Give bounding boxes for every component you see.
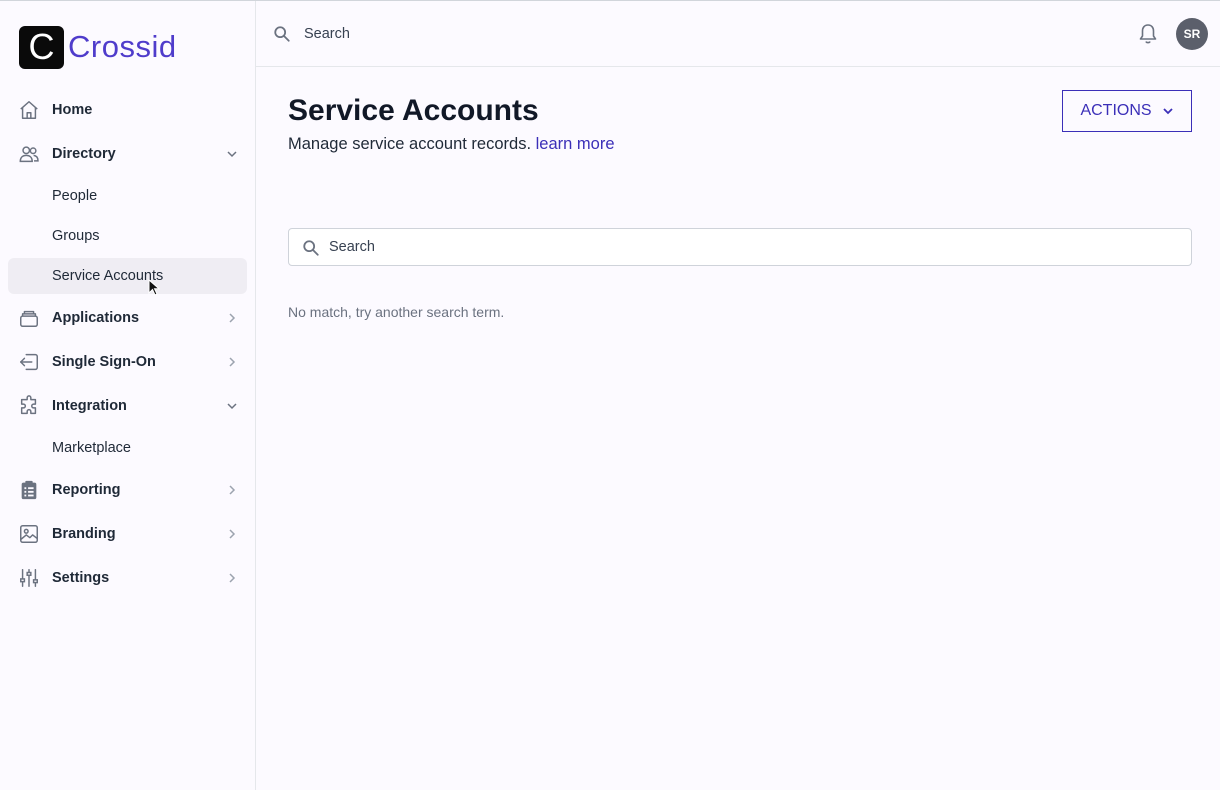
sliders-icon [20, 569, 38, 587]
stack-icon [20, 310, 38, 327]
sidebar-item-reporting[interactable]: Reporting [8, 472, 247, 508]
learn-more-link[interactable]: learn more [536, 135, 615, 153]
sidebar-item-label: People [52, 188, 98, 204]
user-avatar[interactable]: SR [1176, 18, 1208, 50]
login-icon [20, 353, 38, 371]
sidebar-item-label: Settings [52, 570, 110, 586]
chevron-down-icon [227, 403, 237, 410]
sidebar-item-groups[interactable]: Groups [8, 218, 247, 254]
sidebar-item-marketplace[interactable]: Marketplace [8, 430, 247, 466]
sidebar-item-branding[interactable]: Branding [8, 516, 247, 552]
mouse-cursor-icon [148, 279, 160, 296]
home-icon [20, 101, 38, 119]
chevron-right-icon [229, 529, 236, 539]
empty-state-message: No match, try another search term. [288, 304, 505, 320]
sidebar-item-label: Single Sign-On [52, 354, 156, 370]
image-icon [20, 525, 38, 543]
actions-button[interactable]: ACTIONS [1062, 90, 1192, 132]
sidebar-item-label: Service Accounts [52, 268, 164, 284]
sidebar-item-label: Home [52, 102, 93, 118]
sidebar-item-people[interactable]: People [8, 178, 247, 214]
chevron-right-icon [229, 313, 236, 323]
sidebar-item-label: Reporting [52, 482, 121, 498]
sidebar-item-settings[interactable]: Settings [8, 560, 247, 596]
sidebar-item-label: Marketplace [52, 440, 131, 456]
search-input[interactable] [329, 235, 1169, 259]
sidebar-item-label: Groups [52, 228, 100, 244]
global-search-input[interactable] [304, 21, 804, 47]
page-subtitle: Manage service account records. learn mo… [288, 135, 615, 154]
bell-icon[interactable] [1138, 23, 1158, 45]
sidebar-item-directory[interactable]: Directory [8, 136, 247, 172]
brand-name: Crossid [68, 29, 177, 64]
sidebar-item-label: Integration [52, 398, 127, 414]
users-icon [19, 146, 39, 163]
clipboard-icon [21, 480, 37, 500]
sidebar-item-service-accounts[interactable]: Service Accounts [8, 258, 247, 294]
chevron-down-icon [227, 151, 237, 158]
chevron-down-icon [1162, 108, 1173, 115]
sidebar-item-label: Directory [52, 146, 116, 162]
actions-button-label: ACTIONS [1080, 102, 1152, 119]
logo-mark: C [19, 25, 64, 69]
chevron-right-icon [229, 573, 236, 583]
sidebar-item-label: Applications [52, 310, 140, 326]
puzzle-icon [20, 395, 37, 415]
search-icon [274, 26, 290, 42]
page-title: Service Accounts [288, 94, 539, 127]
sidebar-item-label: Branding [52, 526, 116, 542]
chevron-right-icon [229, 485, 236, 495]
subtitle-text: Manage service account records. [288, 135, 532, 153]
search-icon [303, 240, 319, 256]
top-header: SR [256, 1, 1220, 67]
sidebar: C Crossid Home Directory People Groups S… [0, 1, 256, 790]
sidebar-item-integration[interactable]: Integration [8, 388, 247, 424]
service-accounts-search [288, 228, 1192, 266]
sidebar-item-home[interactable]: Home [8, 92, 247, 128]
sidebar-item-sso[interactable]: Single Sign-On [8, 344, 247, 380]
sidebar-item-applications[interactable]: Applications [8, 300, 247, 336]
brand-logo[interactable]: C Crossid [19, 25, 177, 69]
chevron-right-icon [229, 357, 236, 367]
